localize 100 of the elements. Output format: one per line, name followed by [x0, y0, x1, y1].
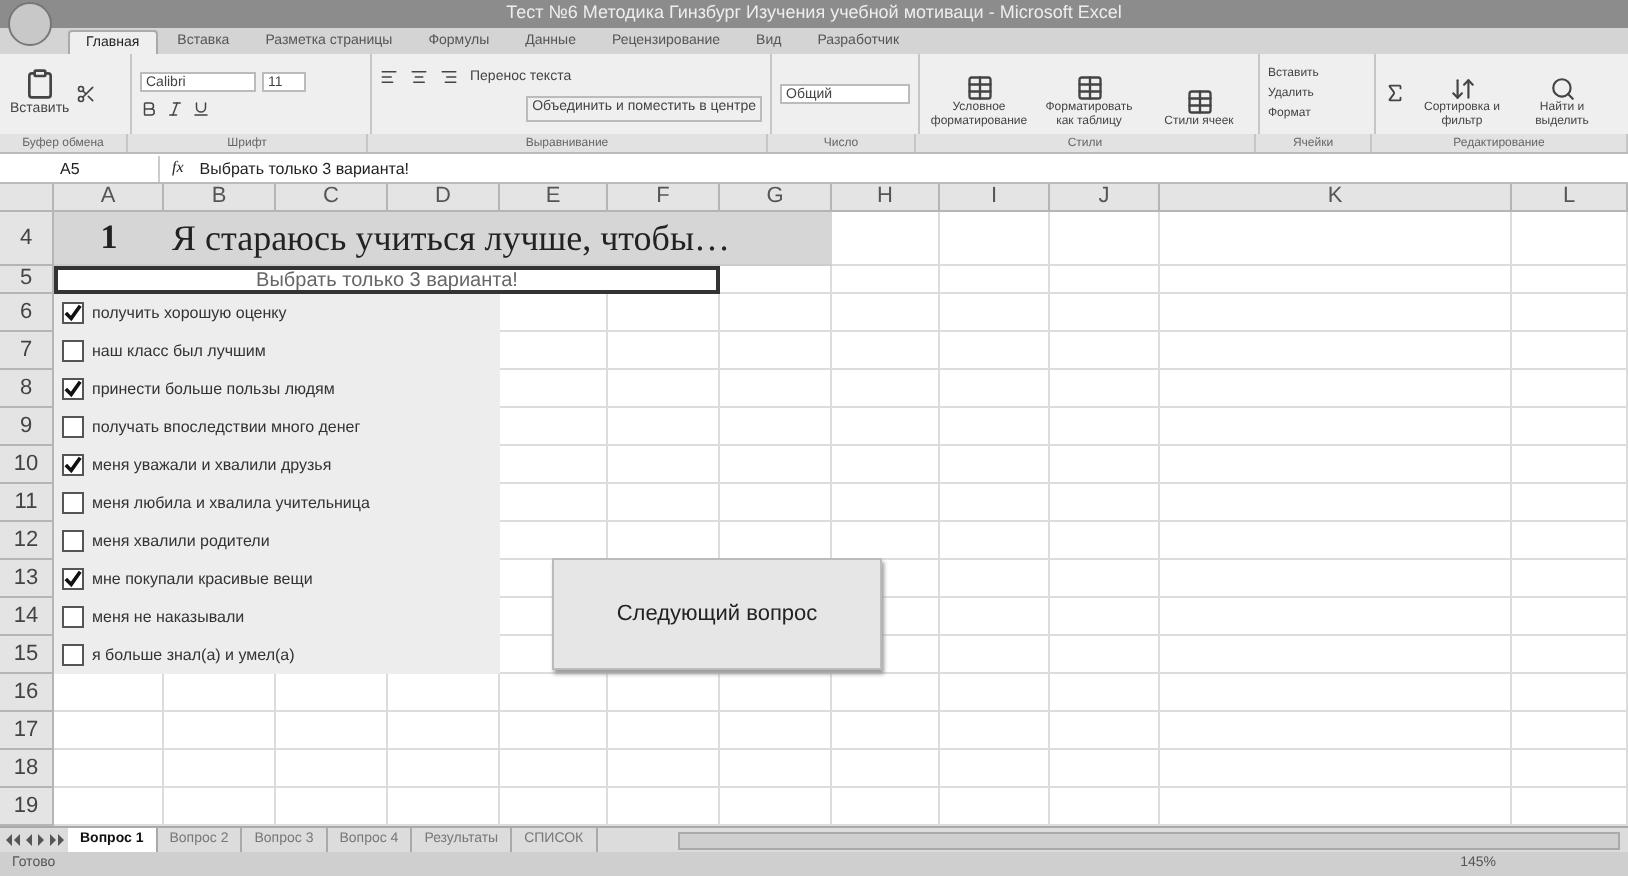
column-header[interactable]: A [54, 184, 164, 212]
empty-cell [940, 484, 1050, 522]
column-header[interactable]: J [1050, 184, 1160, 212]
checkbox[interactable] [62, 568, 84, 590]
checkbox[interactable] [62, 302, 84, 324]
function-icon[interactable]: fx [160, 156, 196, 180]
option-label: принести больше пользы людям [92, 377, 335, 401]
empty-cell [940, 408, 1050, 446]
empty-cell [832, 408, 940, 446]
empty-cell [940, 266, 1050, 294]
row-header: 11 [0, 484, 54, 522]
row-header: 14 [0, 598, 54, 636]
empty-cell [1512, 522, 1628, 560]
empty-cell [500, 674, 608, 712]
horizontal-scrollbar[interactable] [677, 831, 1620, 849]
sum-icon [1384, 81, 1406, 103]
empty-cell [1512, 370, 1628, 408]
empty-cell [940, 294, 1050, 332]
column-header[interactable]: C [276, 184, 388, 212]
checkbox[interactable] [62, 644, 84, 666]
column-header[interactable]: E [500, 184, 608, 212]
column-header[interactable]: G [720, 184, 832, 212]
empty-cell [832, 294, 940, 332]
empty-cell [388, 712, 500, 750]
question-text: Я стараюсь учиться лучше, чтобы… [164, 212, 832, 266]
empty-cell [608, 294, 720, 332]
empty-cell [940, 522, 1050, 560]
empty-cell [940, 332, 1050, 370]
empty-cell [940, 446, 1050, 484]
column-header[interactable]: H [832, 184, 940, 212]
sheet-navigation-icon[interactable] [4, 834, 64, 846]
checkmark-icon [64, 456, 82, 474]
empty-cell [1050, 408, 1160, 446]
column-header[interactable]: L [1512, 184, 1628, 212]
name-box[interactable]: A5 [0, 155, 160, 181]
checkbox[interactable] [62, 492, 84, 514]
row-header: 16 [0, 674, 54, 712]
option-label: меня хвалили родители [92, 529, 270, 553]
checkmark-icon [64, 380, 82, 398]
office-button[interactable] [8, 2, 52, 46]
empty-cell [1050, 446, 1160, 484]
empty-cell [720, 750, 832, 788]
next-question-button[interactable]: Следующий вопрос [552, 558, 882, 670]
window-title: Тест №6 Методика Гинзбург Изучения учебной мотиваци - Microsoft Excel [506, 0, 1122, 27]
checkbox[interactable] [62, 454, 84, 476]
empty-cell [720, 294, 832, 332]
checkbox[interactable] [62, 416, 84, 438]
empty-cell [608, 712, 720, 750]
empty-cell [720, 408, 832, 446]
empty-cell [608, 750, 720, 788]
empty-cell [1050, 674, 1160, 712]
empty-cell [608, 674, 720, 712]
empty-cell [500, 750, 608, 788]
formula-field[interactable]: Выбрать только 3 варианта! [195, 155, 1628, 181]
empty-cell [164, 712, 276, 750]
column-header[interactable]: B [164, 184, 276, 212]
column-header[interactable]: K [1160, 184, 1512, 212]
row-header: 19 [0, 788, 54, 826]
column-header[interactable]: I [940, 184, 1050, 212]
empty-cell [1050, 712, 1160, 750]
checkbox[interactable] [62, 606, 84, 628]
row-header: 12 [0, 522, 54, 560]
empty-cell [1050, 636, 1160, 674]
empty-cell [276, 712, 388, 750]
row-header: 6 [0, 294, 54, 332]
empty-cell [1512, 484, 1628, 522]
checkmark-icon [64, 570, 82, 588]
empty-cell [608, 408, 720, 446]
empty-cell [388, 750, 500, 788]
empty-cell [1050, 598, 1160, 636]
row-header: 15 [0, 636, 54, 674]
option-label: мне покупали красивые вещи [92, 567, 313, 591]
empty-cell [1512, 332, 1628, 370]
empty-cell [276, 674, 388, 712]
align-center-icon [410, 68, 428, 87]
empty-cell [1512, 266, 1628, 294]
column-header[interactable]: F [608, 184, 720, 212]
column-header[interactable]: D [388, 184, 500, 212]
empty-cell [1050, 212, 1160, 266]
instruction-cell[interactable]: Выбрать только 3 варианта! [54, 266, 720, 294]
clipboard-icon [23, 67, 56, 100]
checkbox[interactable] [62, 378, 84, 400]
search-icon [1549, 76, 1575, 102]
checkbox[interactable] [62, 340, 84, 362]
option-label: меня любила и хвалила учительница [92, 491, 370, 515]
option-label: я больше знал(а) и умел(а) [92, 643, 295, 667]
empty-cell [832, 370, 940, 408]
empty-cell [164, 750, 276, 788]
empty-cell [1512, 598, 1628, 636]
row-header: 7 [0, 332, 54, 370]
checkbox[interactable] [62, 530, 84, 552]
empty-cell [940, 598, 1050, 636]
empty-cell [388, 674, 500, 712]
empty-cell [1050, 332, 1160, 370]
empty-cell [832, 332, 940, 370]
empty-cell [940, 750, 1050, 788]
empty-cell [720, 712, 832, 750]
empty-cell [940, 636, 1050, 674]
empty-cell [720, 370, 832, 408]
scissors-icon [75, 84, 96, 104]
